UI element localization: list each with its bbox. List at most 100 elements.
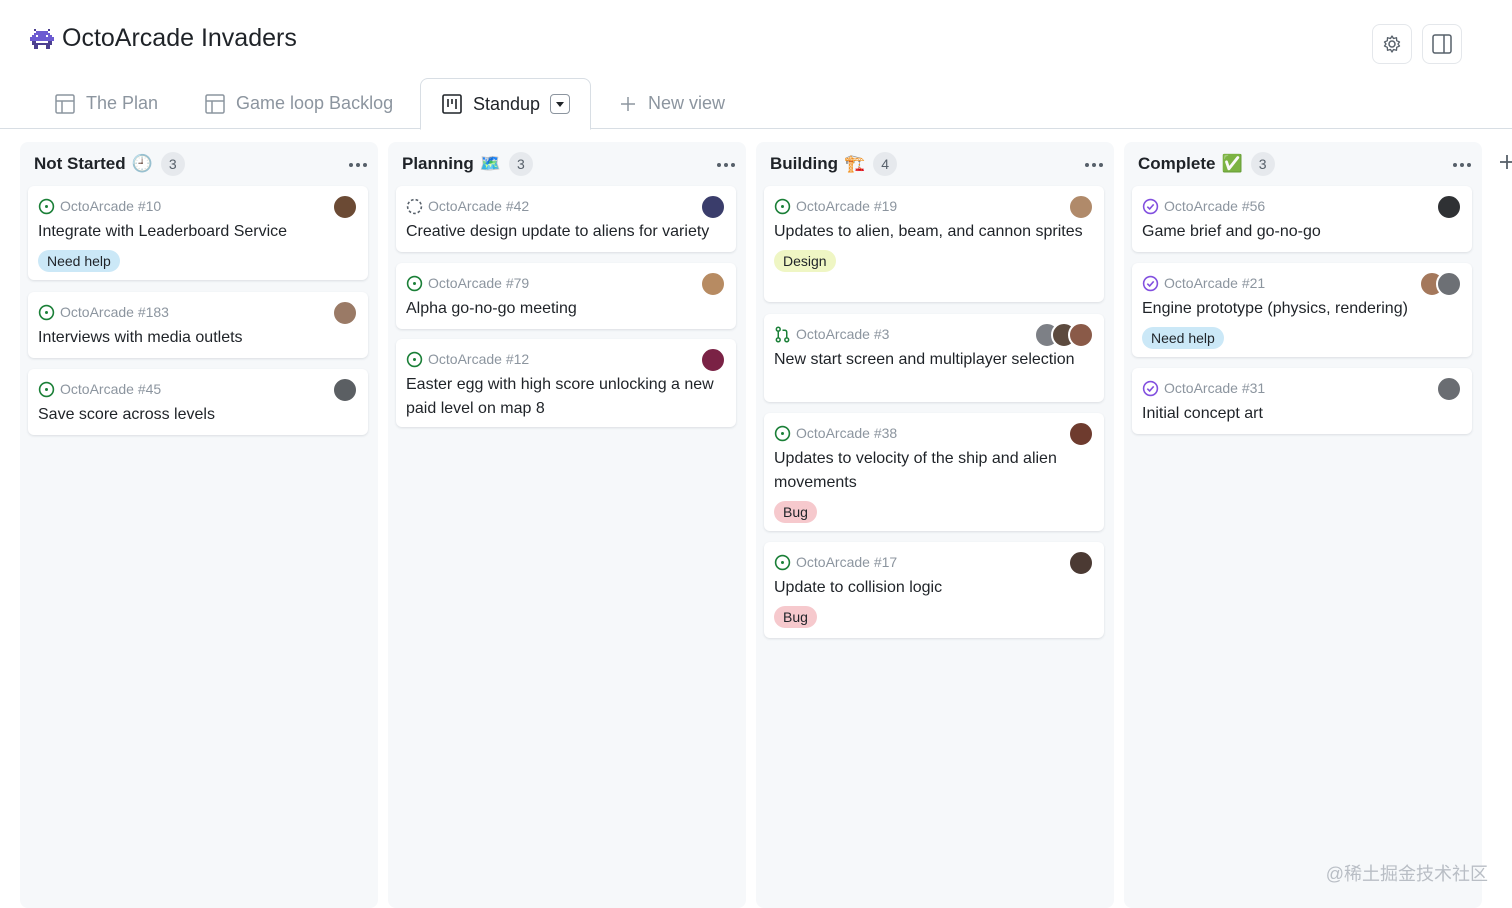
issue-card[interactable]: OctoArcade #31 Initial concept art (1132, 368, 1472, 434)
card-meta: OctoArcade #31 (1142, 378, 1462, 398)
side-panel-button[interactable] (1422, 24, 1462, 64)
avatar[interactable] (332, 194, 358, 220)
issue-card[interactable]: OctoArcade #45 Save score across levels (28, 369, 368, 435)
pull-request-card[interactable]: OctoArcade #3 New start screen and multi… (764, 314, 1104, 402)
issue-reference[interactable]: OctoArcade #183 (60, 304, 169, 320)
issue-reference[interactable]: OctoArcade #12 (428, 351, 529, 367)
column-title: Building (770, 154, 838, 173)
issue-reference[interactable]: OctoArcade #31 (1164, 380, 1265, 396)
tab-label: Standup (473, 93, 541, 114)
issue-reference[interactable]: OctoArcade #3 (796, 326, 889, 342)
column-header: Complete ✅ 3 (1138, 152, 1275, 176)
avatar[interactable] (332, 377, 358, 403)
issue-card[interactable]: OctoArcade #19 Updates to alien, beam, a… (764, 186, 1104, 302)
issue-opened-icon (38, 381, 55, 397)
issue-reference[interactable]: OctoArcade #17 (796, 554, 897, 570)
issue-reference[interactable]: OctoArcade #42 (428, 198, 529, 214)
draft-issue-icon (406, 198, 423, 214)
sidebar-icon (1432, 34, 1452, 54)
issue-title[interactable]: Updates to alien, beam, and cannon sprit… (774, 220, 1094, 244)
issue-title[interactable]: Easter egg with high score unlocking a n… (406, 373, 726, 421)
issue-title[interactable]: Alpha go-no-go meeting (406, 297, 726, 321)
issue-title[interactable]: Update to collision logic (774, 576, 1094, 600)
new-view-button[interactable]: New view (618, 78, 725, 129)
issue-card[interactable]: OctoArcade #17 Update to collision logic… (764, 542, 1104, 638)
card-meta: OctoArcade #21 (1142, 273, 1462, 293)
issue-reference[interactable]: OctoArcade #38 (796, 425, 897, 441)
avatar[interactable] (1068, 550, 1094, 576)
view-options-dropdown[interactable] (550, 94, 571, 114)
label-bug[interactable]: Bug (774, 606, 817, 628)
issue-title[interactable]: Updates to velocity of the ship and alie… (774, 447, 1094, 495)
settings-button[interactable] (1372, 24, 1412, 64)
issue-reference[interactable]: OctoArcade #56 (1164, 198, 1265, 214)
card-meta: OctoArcade #38 (774, 423, 1094, 443)
issue-card[interactable]: OctoArcade #56 Game brief and go-no-go (1132, 186, 1472, 252)
issue-card[interactable]: OctoArcade #10 Integrate with Leaderboar… (28, 186, 368, 280)
issue-reference[interactable]: OctoArcade #19 (796, 198, 897, 214)
issue-card[interactable]: OctoArcade #21 Engine prototype (physics… (1132, 263, 1472, 357)
avatar[interactable] (1068, 322, 1094, 348)
issue-title[interactable]: Integrate with Leaderboard Service (38, 220, 358, 244)
issue-closed-icon (1142, 380, 1159, 396)
column-menu-button[interactable] (348, 152, 368, 172)
column-count: 3 (508, 152, 533, 176)
column-menu-button[interactable] (1084, 152, 1104, 172)
avatar[interactable] (700, 194, 726, 220)
issue-title[interactable]: Creative design update to aliens for var… (406, 220, 726, 244)
column-menu-button[interactable] (716, 152, 736, 172)
map-icon: 🗺️ (479, 154, 501, 173)
avatar[interactable] (1068, 194, 1094, 220)
issue-card[interactable]: OctoArcade #183 Interviews with media ou… (28, 292, 368, 358)
issue-title[interactable]: Engine prototype (physics, rendering) (1142, 297, 1462, 321)
label-need-help[interactable]: Need help (38, 250, 120, 272)
issue-title[interactable]: Interviews with media outlets (38, 326, 358, 350)
avatar[interactable] (700, 271, 726, 297)
column-count: 3 (160, 152, 185, 176)
issue-opened-icon (38, 198, 55, 214)
kebab-horizontal-icon (1453, 163, 1471, 167)
card-meta: OctoArcade #19 (774, 196, 1094, 216)
tab-game-loop-backlog[interactable]: Game loop Backlog (204, 78, 393, 129)
watermark: @稀土掘金技术社区 (1325, 864, 1488, 884)
clock-icon: 🕘 (131, 154, 153, 173)
tab-standup[interactable]: Standup (420, 78, 592, 130)
card-meta: OctoArcade #79 (406, 273, 726, 293)
issue-reference[interactable]: OctoArcade #45 (60, 381, 161, 397)
label-bug[interactable]: Bug (774, 501, 817, 523)
issue-reference[interactable]: OctoArcade #79 (428, 275, 529, 291)
issue-title[interactable]: Initial concept art (1142, 402, 1462, 426)
issue-card[interactable]: OctoArcade #38 Updates to velocity of th… (764, 413, 1104, 531)
avatar[interactable] (1436, 376, 1462, 402)
label-need-help[interactable]: Need help (1142, 327, 1224, 349)
issue-title[interactable]: Save score across levels (38, 403, 358, 427)
table-icon (205, 93, 225, 114)
avatar[interactable] (332, 300, 358, 326)
tab-label: Game loop Backlog (236, 93, 394, 113)
issue-card[interactable]: OctoArcade #12 Easter egg with high scor… (396, 339, 736, 427)
avatar[interactable] (1436, 271, 1462, 297)
column-count: 4 (873, 152, 898, 176)
tab-the-plan[interactable]: The Plan (54, 78, 158, 129)
issue-title[interactable]: New start screen and multiplayer selecti… (774, 348, 1094, 372)
issue-opened-icon (406, 351, 423, 367)
avatar[interactable] (1068, 421, 1094, 447)
table-icon (55, 93, 75, 114)
column-menu-button[interactable] (1452, 152, 1472, 172)
assignees (700, 194, 726, 220)
issue-title[interactable]: Game brief and go-no-go (1142, 220, 1462, 244)
avatar[interactable] (1436, 194, 1462, 220)
git-pull-request-icon (775, 326, 790, 342)
add-column-button[interactable] (1500, 152, 1512, 178)
kebab-horizontal-icon (717, 163, 735, 167)
column-header: Planning 🗺️ 3 (402, 152, 533, 176)
avatar[interactable] (700, 347, 726, 373)
column-header: Building 🏗️ 4 (770, 152, 898, 176)
card-meta: OctoArcade #42 (406, 196, 726, 216)
issue-card[interactable]: OctoArcade #42 Creative design update to… (396, 186, 736, 252)
label-design[interactable]: Design (774, 250, 836, 272)
issue-card[interactable]: OctoArcade #79 Alpha go-no-go meeting (396, 263, 736, 329)
issue-reference[interactable]: OctoArcade #10 (60, 198, 161, 214)
issue-reference[interactable]: OctoArcade #21 (1164, 275, 1265, 291)
column-title: Not Started (34, 154, 126, 173)
